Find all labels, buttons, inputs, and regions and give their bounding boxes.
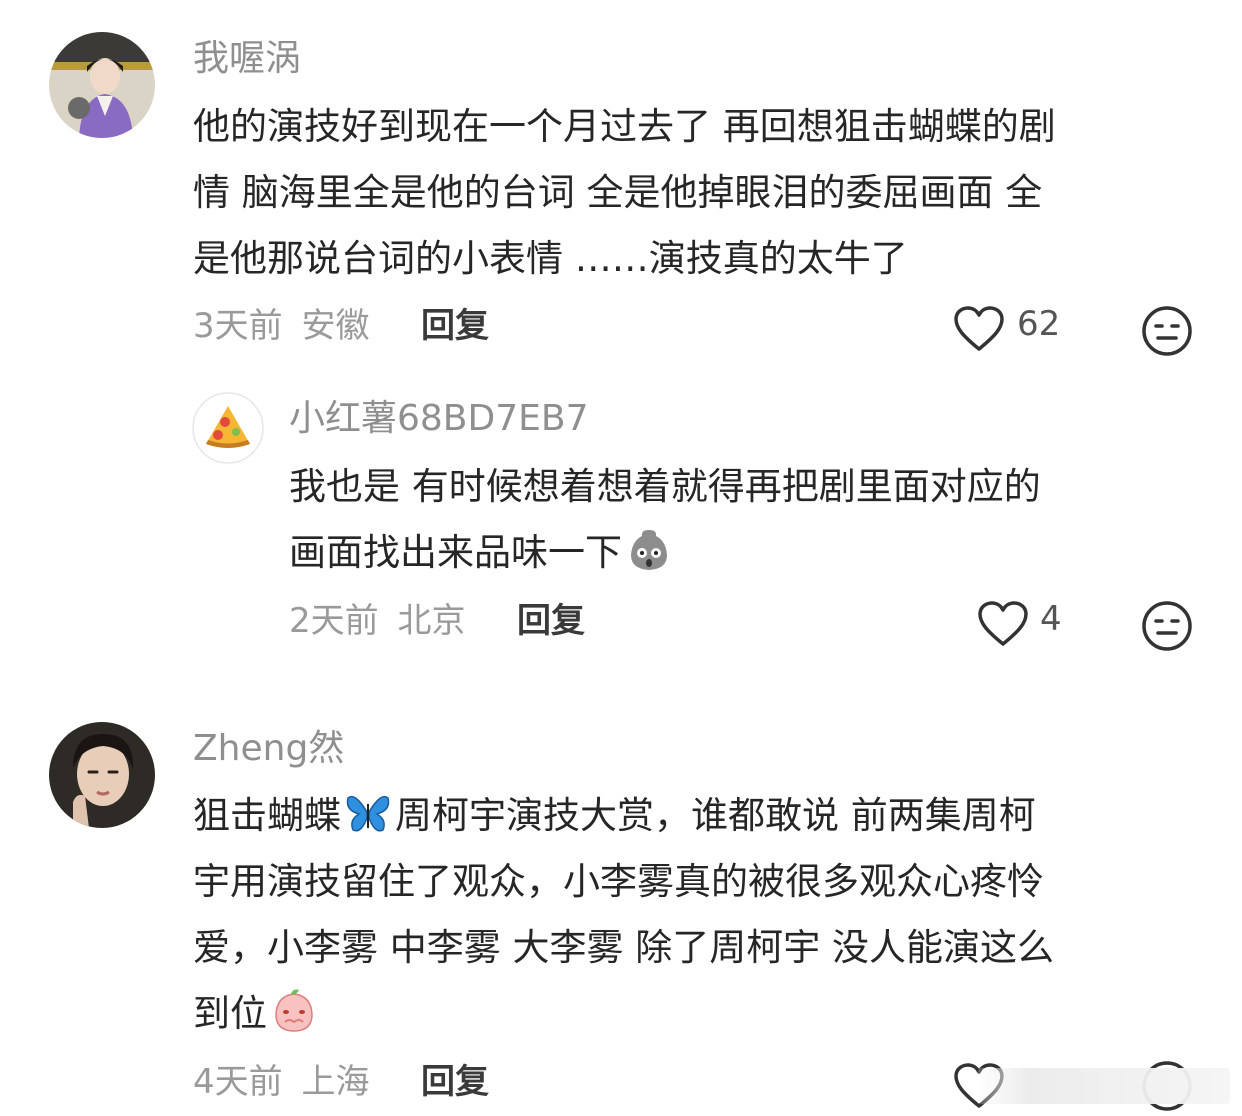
reply-button[interactable]: 回复 <box>421 1060 489 1104</box>
neutral-face-icon <box>1142 306 1192 356</box>
comment-text-fragment: 画面找出来品味一下 <box>289 531 622 574</box>
comment-location: 上海 <box>301 1062 370 1102</box>
comment-text-line: 到位 <box>193 981 1054 1047</box>
comment-time: 2天前 <box>289 601 379 641</box>
comment-text: 他的演技好到现在一个月过去了 再回想狙击蝴蝶的剧 情 脑海里全是他的台词 全是他… <box>193 94 1056 292</box>
shocked-face-emoji <box>631 530 667 570</box>
comment-location: 安徽 <box>301 306 370 346</box>
dislike-button[interactable] <box>1141 600 1193 652</box>
avatar[interactable] <box>49 32 155 138</box>
reply-button[interactable]: 回复 <box>517 599 585 643</box>
pleading-peach-emoji <box>275 989 313 1032</box>
comment-text-line: 是他那说台词的小表情 ……演技真的太牛了 <box>193 237 908 280</box>
comment-username[interactable]: 我喔涡 <box>193 37 301 81</box>
comment-meta: 3天前 安徽 <box>193 304 369 348</box>
dislike-button[interactable] <box>1141 305 1193 357</box>
like-count: 62 <box>1017 304 1061 344</box>
like-count: 4 <box>1040 599 1062 639</box>
user-avatar-image <box>49 722 155 828</box>
avatar[interactable] <box>49 722 155 828</box>
comment-text: 狙击蝴蝶 周柯宇演技大赏，谁都敢说 前两集周柯 宇用演技留住了观众，小李雾真的被很… <box>193 783 1054 1047</box>
comment-text-fragment: 周柯宇演技大赏，谁都敢说 前两集周柯 <box>395 794 1036 837</box>
watermark-overlay <box>978 1068 1230 1104</box>
comment-text-line: 狙击蝴蝶 周柯宇演技大赏，谁都敢说 前两集周柯 <box>193 783 1054 849</box>
comment-text-line: 画面找出来品味一下 <box>289 520 1041 586</box>
neutral-face-icon <box>1142 601 1192 651</box>
pizza-avatar-image <box>192 392 264 464</box>
avatar[interactable] <box>192 392 264 464</box>
reply-meta: 2天前 北京 <box>289 599 465 643</box>
reply-button[interactable]: 回复 <box>421 304 489 348</box>
user-avatar-image <box>49 32 155 138</box>
like-button[interactable] <box>953 305 1005 353</box>
reply-username[interactable]: 小红薯68BD7EB7 <box>289 397 588 441</box>
comment-text-fragment: 狙击蝴蝶 <box>193 794 341 837</box>
comment-text-line: 宇用演技留住了观众，小李雾真的被很多观众心疼怜 <box>193 860 1044 903</box>
reply-text: 我也是 有时候想着想着就得再把剧里面对应的 画面找出来品味一下 <box>289 454 1041 586</box>
comment-text-fragment: 到位 <box>193 992 267 1035</box>
heart-icon <box>978 601 1028 646</box>
like-button[interactable] <box>977 600 1029 648</box>
comment-meta: 4天前 上海 <box>193 1060 369 1104</box>
comment-time: 4天前 <box>193 1062 283 1102</box>
comment-text-line: 我也是 有时候想着想着就得再把剧里面对应的 <box>289 465 1041 508</box>
butterfly-emoji <box>346 795 390 832</box>
comment-location: 北京 <box>397 601 466 641</box>
comment-text-line: 爱，小李雾 中李雾 大李雾 除了周柯宇 没人能演这么 <box>193 926 1055 969</box>
comment-text-line: 他的演技好到现在一个月过去了 再回想狙击蝴蝶的剧 <box>193 105 1056 148</box>
comment-username[interactable]: Zheng然 <box>193 727 344 771</box>
comment-text-line: 情 脑海里全是他的台词 全是他掉眼泪的委屈画面 全 <box>193 171 1043 214</box>
comment-time: 3天前 <box>193 306 283 346</box>
heart-icon <box>954 306 1004 351</box>
